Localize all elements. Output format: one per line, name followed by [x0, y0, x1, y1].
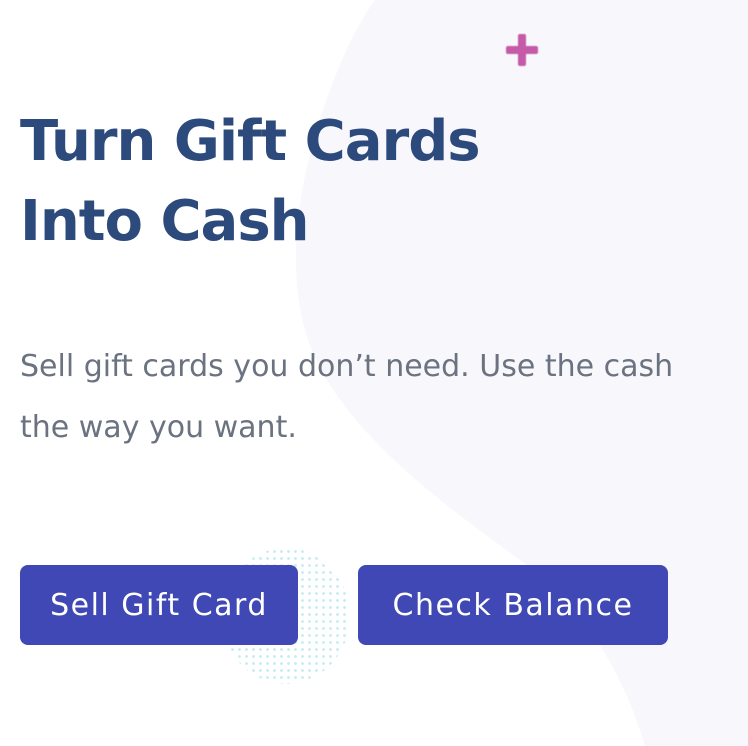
plus-icon [505, 33, 539, 67]
hero-title: Turn Gift Cards Into Cash [20, 102, 580, 262]
hero-title-line-2: Into Cash [20, 189, 310, 254]
check-balance-button[interactable]: Check Balance [358, 565, 668, 645]
hero-subtitle: Sell gift cards you don’t need. Use the … [20, 349, 674, 445]
hero-title-line-1: Turn Gift Cards [20, 109, 481, 174]
sell-gift-card-button[interactable]: Sell Gift Card [20, 565, 298, 645]
